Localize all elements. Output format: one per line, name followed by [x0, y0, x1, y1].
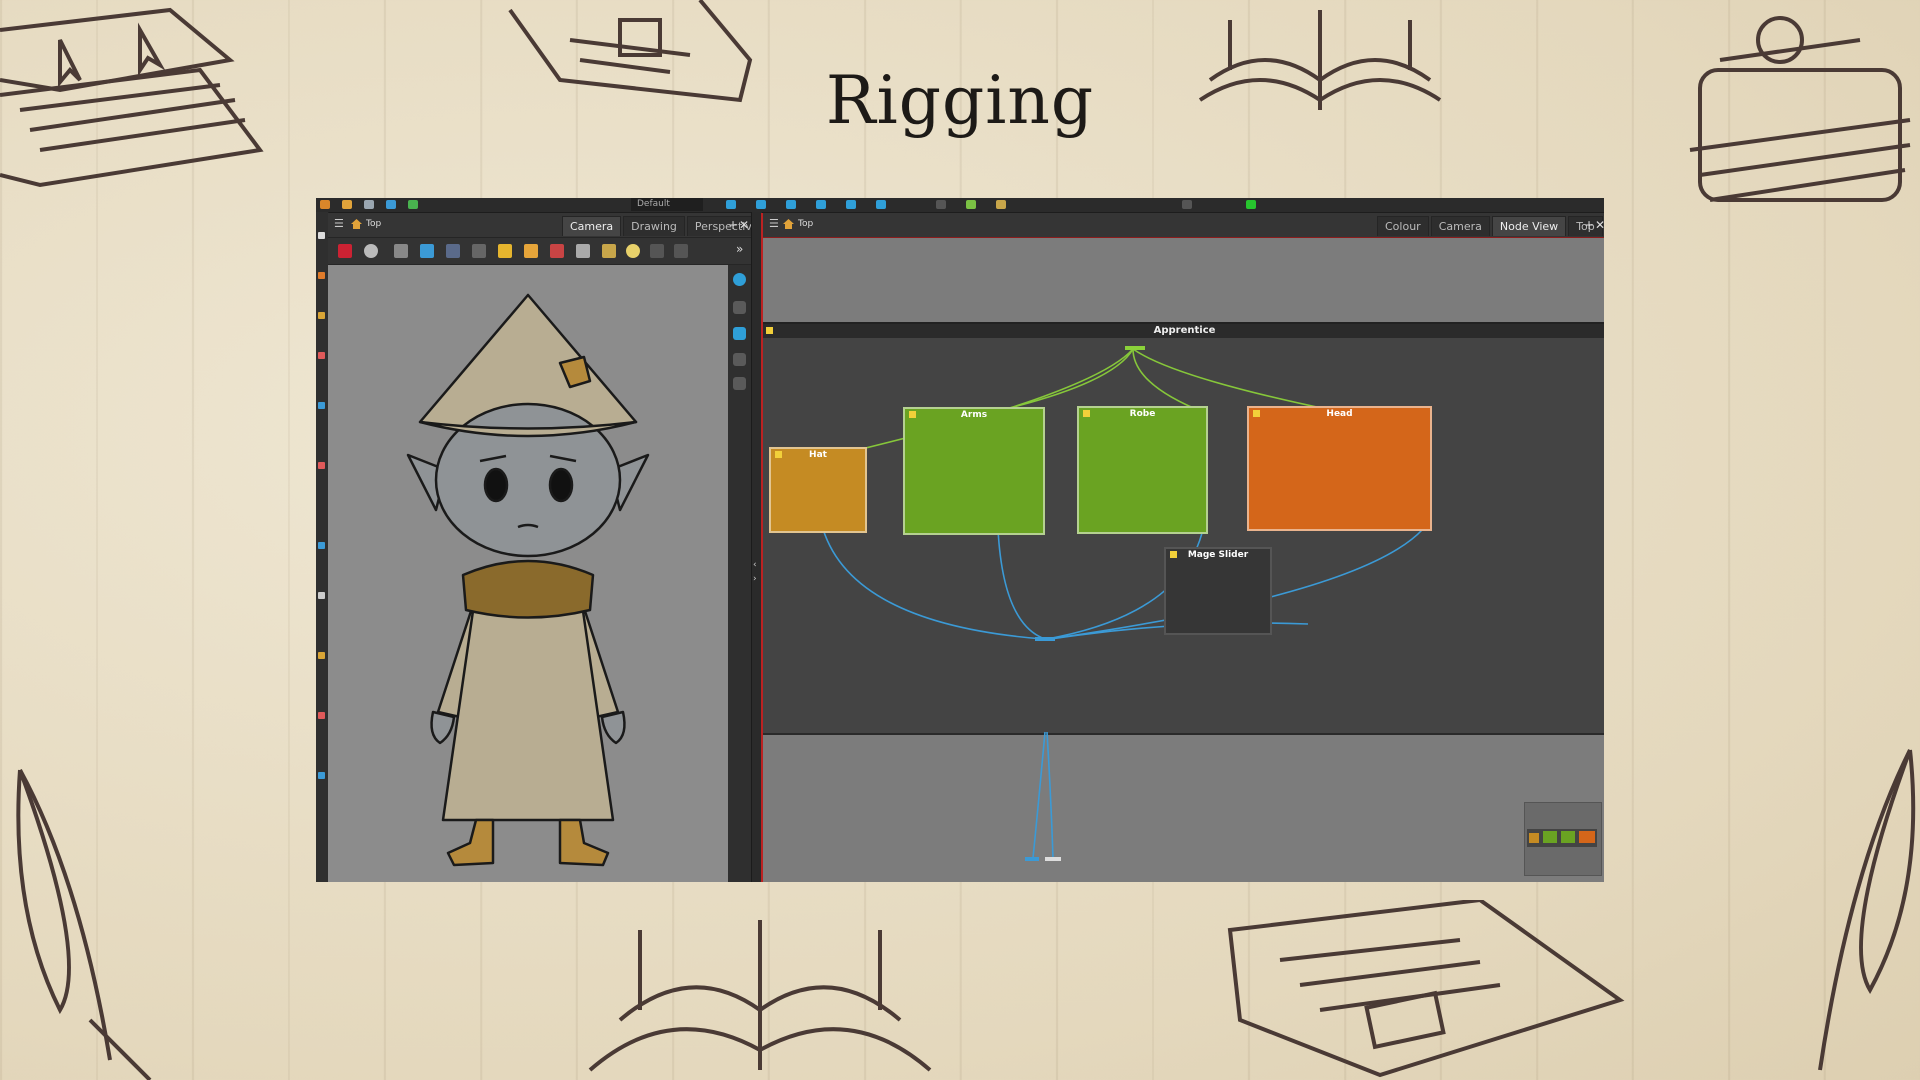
pencil-tool-icon[interactable] — [318, 312, 325, 319]
export-icon[interactable] — [408, 200, 418, 209]
camera-viewport[interactable] — [328, 265, 728, 882]
add-tab-icon[interactable]: + — [1584, 218, 1594, 232]
display-node[interactable] — [1025, 857, 1039, 861]
more-tools-icon[interactable]: » — [736, 242, 743, 256]
quill-right-sketch — [1818, 749, 1916, 1071]
morph-icon[interactable] — [936, 200, 946, 209]
close-panel-icon[interactable]: ✕ — [739, 218, 749, 232]
navigator-minimap[interactable] — [1524, 802, 1602, 876]
frame-icon[interactable] — [996, 200, 1006, 209]
camera-view-toolbar: » — [328, 238, 751, 265]
workspace-preset-select[interactable]: Default — [631, 198, 703, 211]
tab-camera[interactable]: Camera — [562, 216, 622, 236]
rig-tool-icon[interactable] — [318, 652, 325, 659]
ruler-icon[interactable] — [550, 244, 564, 258]
eraser-tool-icon[interactable] — [318, 352, 325, 359]
lock-drawing-icon[interactable] — [524, 244, 538, 258]
lock-icon[interactable] — [498, 244, 512, 258]
close-panel-icon[interactable]: ✕ — [1595, 218, 1604, 232]
layer-stack-icon[interactable] — [733, 301, 746, 314]
newspaper-bottom-sketch — [1227, 900, 1625, 1078]
quality-icon[interactable] — [674, 244, 688, 258]
open-folder-icon[interactable] — [342, 200, 352, 209]
settings-icon[interactable] — [364, 244, 378, 258]
rotate-tool-icon[interactable] — [318, 772, 325, 779]
link-icon[interactable] — [966, 200, 976, 209]
hand-tool-icon[interactable] — [318, 712, 325, 719]
stamp-icon[interactable] — [602, 244, 616, 258]
layer-active-icon[interactable] — [733, 327, 746, 340]
eye-icon[interactable] — [733, 273, 746, 286]
animate-mode-icon[interactable] — [338, 244, 352, 258]
deform-icon[interactable] — [876, 200, 886, 209]
expand-toolbar-icon[interactable] — [1182, 200, 1192, 209]
node-view-header: ☰ Top Colour Camera Node View Top + ✕ — [763, 213, 1604, 238]
panel-menu-icon[interactable]: ☰ — [769, 218, 779, 229]
viewport-side-toolbar — [728, 265, 751, 882]
select-tool-icon[interactable] — [318, 232, 325, 239]
software-screenshot: Default ☰ Top Camera Drawing Perspective… — [316, 198, 1604, 882]
layer-bottom-icon[interactable] — [733, 377, 746, 390]
camera-panel: ☰ Top Camera Drawing Perspective + ✕ » — [328, 213, 767, 882]
apprentice-character — [406, 293, 650, 867]
onion-skin-icon[interactable] — [446, 244, 460, 258]
playback-icon[interactable] — [726, 200, 736, 209]
grid-icon[interactable] — [394, 244, 408, 258]
write-node[interactable] — [1045, 857, 1061, 861]
main-toolbar: Default — [316, 198, 1604, 213]
brush-tool-icon[interactable] — [318, 272, 325, 279]
transform-icon[interactable] — [756, 200, 766, 209]
open-book-bottom-sketch — [588, 920, 932, 1072]
collapse-right-icon[interactable]: › — [753, 574, 757, 584]
tab-drawing[interactable]: Drawing — [623, 216, 685, 236]
tab-node-view[interactable]: Node View — [1491, 216, 1567, 236]
layer-below-icon[interactable] — [733, 353, 746, 366]
home-icon[interactable] — [350, 218, 363, 230]
collapse-left-icon[interactable]: ‹ — [753, 560, 757, 570]
save-icon[interactable] — [364, 200, 374, 209]
node-canvas[interactable]: Apprentice Hat Arms Robe Head Mage Slide… — [763, 238, 1604, 882]
new-file-icon[interactable] — [320, 200, 330, 209]
render-preview-icon[interactable] — [650, 244, 664, 258]
home-icon[interactable] — [782, 218, 795, 230]
bone-icon[interactable] — [816, 200, 826, 209]
tab-colour[interactable]: Colour — [1377, 216, 1429, 236]
quill-left-sketch — [16, 769, 152, 1080]
safe-area-icon[interactable] — [420, 244, 434, 258]
add-tab-icon[interactable]: + — [728, 218, 738, 232]
pivot-icon[interactable] — [786, 200, 796, 209]
import-icon[interactable] — [386, 200, 396, 209]
measure-icon[interactable] — [576, 244, 590, 258]
node-view-panel: ☰ Top Colour Camera Node View Top + ✕ Ap… — [761, 213, 1604, 882]
breadcrumb[interactable]: Top — [798, 219, 813, 229]
light-table-icon[interactable] — [472, 244, 486, 258]
tab-camera[interactable]: Camera — [1430, 216, 1490, 236]
peg-icon[interactable] — [846, 200, 856, 209]
dropper-tool-icon[interactable] — [318, 542, 325, 549]
slide-title: Rigging — [825, 62, 1095, 139]
shape-tool-icon[interactable] — [318, 402, 325, 409]
zoom-tool-icon[interactable] — [318, 592, 325, 599]
green-flag-icon[interactable] — [1246, 200, 1256, 209]
panel-menu-icon[interactable]: ☰ — [334, 218, 344, 229]
bulb-icon[interactable] — [626, 244, 640, 258]
camera-panel-header: ☰ Top Camera Drawing Perspective + ✕ — [328, 213, 767, 238]
output-wires — [1025, 731, 1061, 861]
breadcrumb[interactable]: Top — [366, 219, 381, 229]
paint-tool-icon[interactable] — [318, 462, 325, 469]
